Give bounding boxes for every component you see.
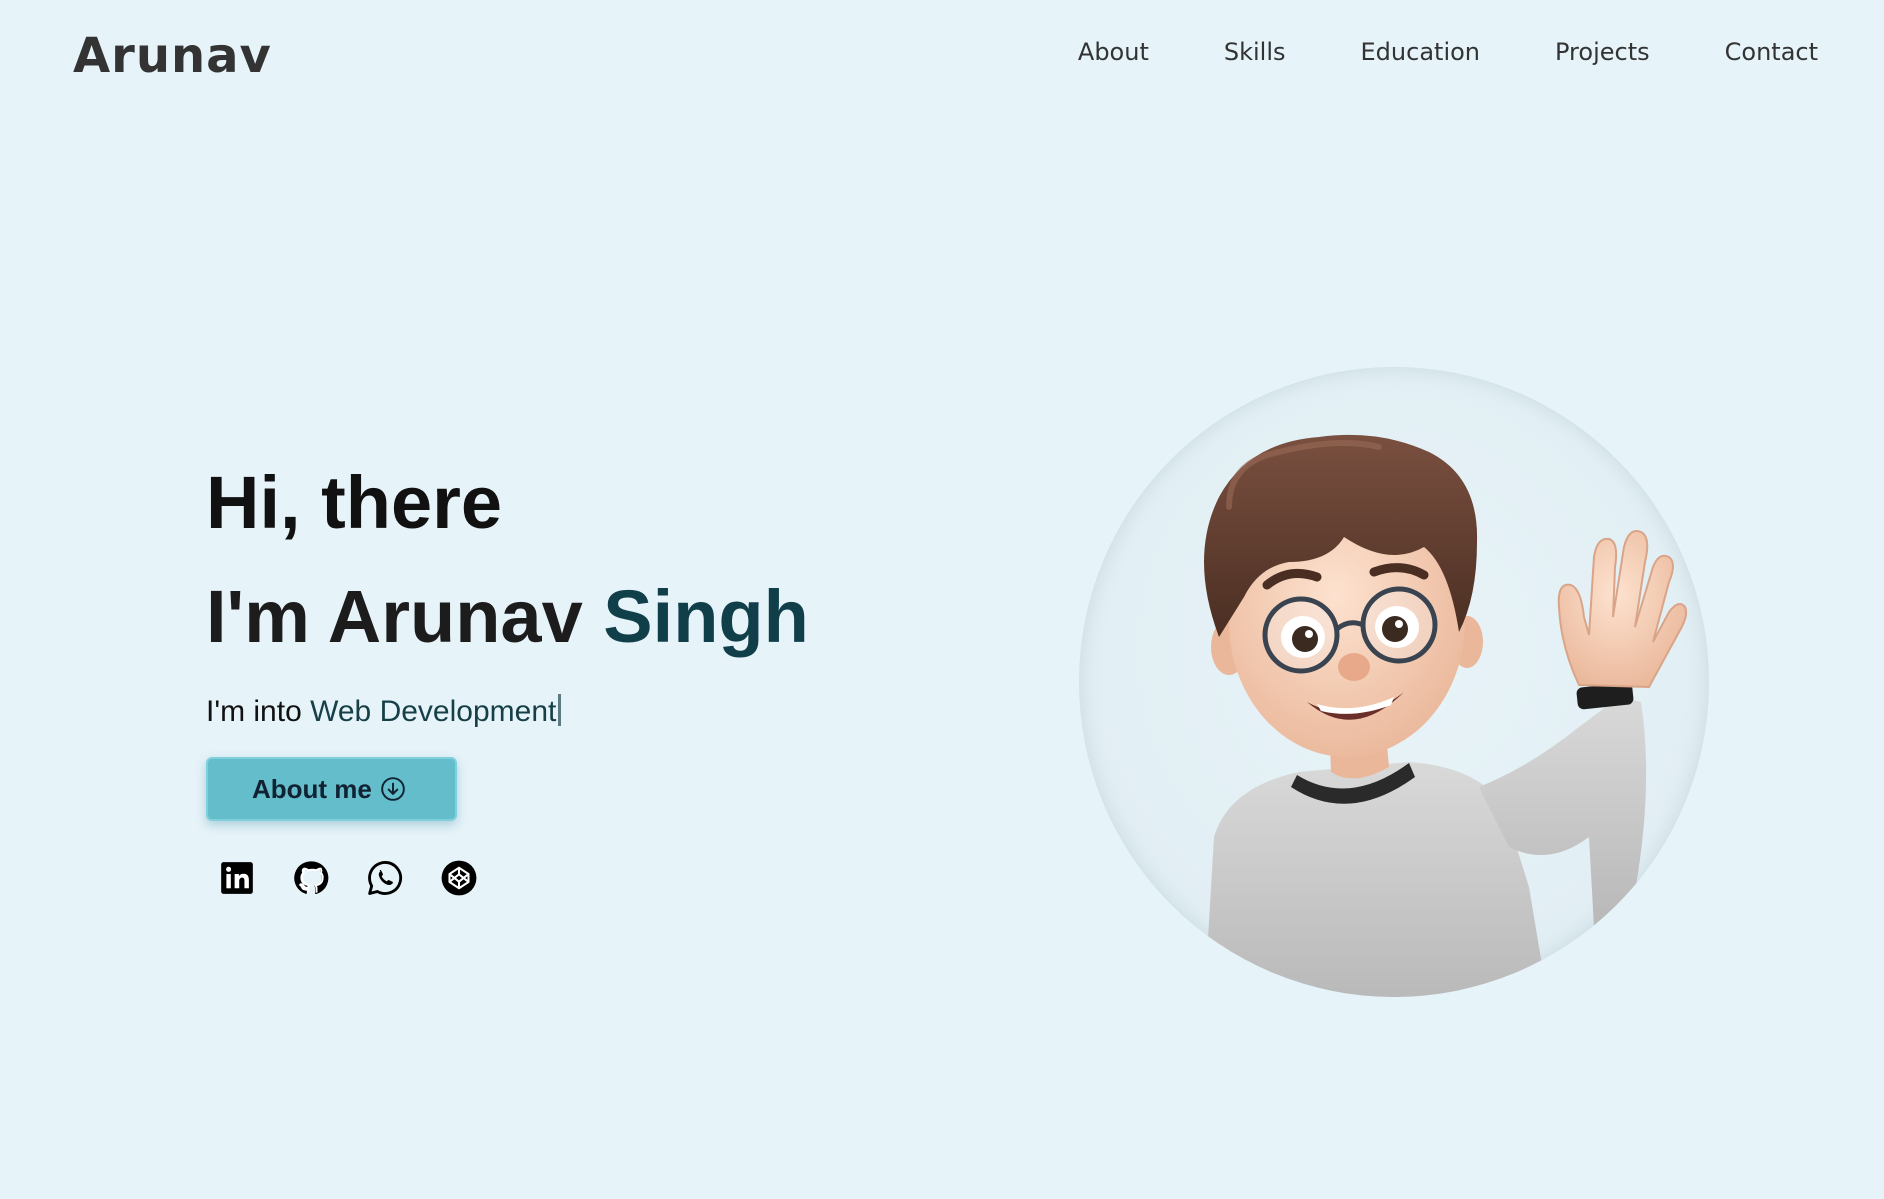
about-me-button[interactable]: About me [206, 757, 457, 821]
hero-name: I'm Arunav Singh [206, 574, 809, 660]
memoji-avatar-image [1204, 434, 1688, 997]
hero-greeting: Hi, there [206, 461, 503, 544]
social-links [218, 859, 809, 897]
hero-typed-line: I'm into Web Development [206, 694, 809, 729]
linkedin-icon[interactable] [218, 859, 256, 897]
nav-skills[interactable]: Skills [1224, 38, 1286, 66]
hero-name-accent: Singh [603, 575, 809, 658]
hero-name-prefix: I'm Arunav [206, 575, 604, 658]
nav-education[interactable]: Education [1361, 38, 1480, 66]
avatar-frame [1079, 367, 1709, 997]
github-icon[interactable] [292, 859, 330, 897]
hero-section: Hi, there I'm Arunav Singh I'm into Web … [206, 460, 809, 897]
nav-contact[interactable]: Contact [1725, 38, 1818, 66]
arrow-down-circle-icon [381, 777, 405, 801]
brand-logo[interactable]: Arunav [73, 28, 272, 84]
nav-projects[interactable]: Projects [1555, 38, 1650, 66]
whatsapp-icon[interactable] [366, 859, 404, 897]
typing-cursor [558, 694, 562, 726]
hero-into-prefix: I'm into [206, 695, 311, 728]
nav-about[interactable]: About [1078, 38, 1149, 66]
codepen-icon[interactable] [440, 859, 478, 897]
about-me-button-label: About me [252, 773, 372, 804]
main-nav: About Skills Education Projects Contact [1003, 38, 1818, 66]
hero-typed-text: Web Development [310, 695, 557, 728]
page: Arunav About Skills Education Projects C… [0, 0, 1884, 1199]
